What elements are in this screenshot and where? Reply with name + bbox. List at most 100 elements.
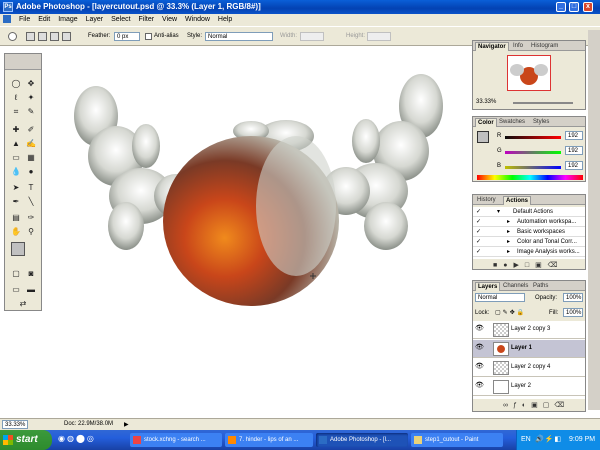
tab-actions[interactable]: Actions bbox=[503, 196, 532, 205]
lasso-tool-icon[interactable]: ℓ bbox=[10, 92, 22, 104]
close-button[interactable]: x bbox=[583, 2, 593, 12]
menu-layer[interactable]: Layer bbox=[86, 16, 104, 23]
taskbar-item-hinder[interactable]: 7. hinder - lips of an ... bbox=[225, 433, 313, 447]
fullscreen-mode-icon[interactable]: ▬ bbox=[25, 284, 37, 296]
elliptical-marquee-icon[interactable] bbox=[8, 32, 17, 41]
notes-tool-icon[interactable]: ▤ bbox=[10, 212, 22, 224]
color-g-slider[interactable] bbox=[505, 151, 561, 154]
menu-edit[interactable]: Edit bbox=[38, 16, 50, 23]
taskbar-item-stockxchng[interactable]: stock.xchng - search ... bbox=[130, 433, 222, 447]
path-select-icon[interactable]: ➤ bbox=[10, 182, 22, 194]
tray-icons[interactable]: 🔊⚡◧ bbox=[535, 430, 562, 450]
visibility-eye-icon[interactable]: 👁 bbox=[475, 344, 484, 352]
marquee-tool-icon[interactable]: ◯ bbox=[10, 78, 22, 90]
standard-mode-icon[interactable]: ▢ bbox=[10, 268, 22, 280]
type-tool-icon[interactable]: T bbox=[25, 182, 37, 194]
pen-tool-icon[interactable]: ✒ bbox=[10, 196, 22, 208]
visibility-eye-icon[interactable]: 👁 bbox=[475, 382, 484, 390]
color-foreground-swatch[interactable] bbox=[477, 131, 489, 143]
menu-select[interactable]: Select bbox=[111, 16, 130, 23]
tab-channels[interactable]: Channels bbox=[501, 282, 530, 291]
list-item[interactable]: ✓ ▾ Default Actions bbox=[473, 207, 585, 217]
tab-navigator[interactable]: Navigator bbox=[475, 42, 509, 51]
eraser-tool-icon[interactable]: ▭ bbox=[10, 152, 22, 164]
visibility-eye-icon[interactable]: 👁 bbox=[475, 363, 484, 371]
minimize-button[interactable]: _ bbox=[556, 2, 566, 12]
menu-window[interactable]: Window bbox=[185, 16, 210, 23]
jump-to-imageready-icon[interactable]: ⇄ bbox=[17, 298, 29, 310]
height-input[interactable] bbox=[367, 32, 391, 41]
taskbar-item-paint[interactable]: step1_cutout - Paint bbox=[411, 433, 503, 447]
quickmask-mode-icon[interactable]: ◙ bbox=[25, 268, 37, 280]
opacity-input[interactable]: 100% bbox=[563, 293, 583, 302]
tab-color[interactable]: Color bbox=[475, 118, 497, 127]
navigator-thumbnail[interactable] bbox=[507, 55, 551, 91]
status-arrow-icon[interactable]: ▶ bbox=[124, 421, 129, 428]
menu-view[interactable]: View bbox=[162, 16, 177, 23]
width-input[interactable] bbox=[300, 32, 324, 41]
tab-histogram[interactable]: Histogram bbox=[529, 42, 560, 51]
list-item[interactable]: ✓ ▸ Color and Tonal Corr... bbox=[473, 237, 585, 247]
history-brush-icon[interactable]: ✍ bbox=[25, 138, 37, 150]
quicklaunch-icons[interactable]: ◉◍⬤◎ bbox=[58, 434, 96, 443]
eyedropper-icon[interactable]: ✑ bbox=[25, 212, 37, 224]
magic-wand-icon[interactable]: ✦ bbox=[25, 92, 37, 104]
tab-layers[interactable]: Layers bbox=[475, 282, 501, 291]
table-row[interactable]: 👁 Layer 1 bbox=[473, 340, 585, 358]
zoom-tool-icon[interactable]: ⚲ bbox=[25, 226, 37, 238]
blend-mode-select[interactable]: Normal bbox=[475, 293, 525, 302]
lock-icons[interactable]: ▢✎✥🔒 bbox=[495, 309, 526, 316]
crop-tool-icon[interactable]: ⌗ bbox=[10, 106, 22, 118]
color-b-slider[interactable] bbox=[505, 166, 561, 169]
color-r-input[interactable]: 192 bbox=[565, 131, 583, 140]
gradient-tool-icon[interactable]: ▦ bbox=[25, 152, 37, 164]
taskbar-item-photoshop[interactable]: Adobe Photoshop - [l... bbox=[316, 433, 408, 447]
tab-styles[interactable]: Styles bbox=[531, 118, 551, 127]
table-row[interactable]: 👁 Layer 2 copy 4 bbox=[473, 359, 585, 377]
clock[interactable]: 9:09 PM bbox=[569, 430, 595, 450]
hand-tool-icon[interactable]: ✋ bbox=[10, 226, 22, 238]
tab-swatches[interactable]: Swatches bbox=[497, 118, 527, 127]
status-zoom[interactable]: 33.33% bbox=[2, 420, 28, 429]
list-item[interactable]: ✓ ▸ Basic workspaces bbox=[473, 227, 585, 237]
document-icon[interactable] bbox=[3, 15, 11, 24]
menu-filter[interactable]: Filter bbox=[139, 16, 155, 23]
list-item[interactable]: ✓ ▸ Image Analysis works... bbox=[473, 247, 585, 257]
color-b-input[interactable]: 192 bbox=[565, 161, 583, 170]
table-row[interactable]: 👁 Layer 2 bbox=[473, 378, 585, 396]
actions-controls[interactable]: ■●▶□▣⌫ bbox=[493, 261, 564, 269]
color-spectrum-bar[interactable] bbox=[477, 175, 583, 180]
menu-image[interactable]: Image bbox=[58, 16, 77, 23]
subtract-selection-icon[interactable] bbox=[50, 32, 59, 41]
visibility-eye-icon[interactable]: 👁 bbox=[475, 325, 484, 333]
document-canvas[interactable] bbox=[46, 46, 466, 408]
maximize-button[interactable]: □ bbox=[569, 2, 579, 12]
navigator-zoom-value[interactable]: 33.33% bbox=[476, 99, 496, 105]
healing-brush-icon[interactable]: ✚ bbox=[10, 124, 22, 136]
move-tool-icon[interactable]: ✥ bbox=[25, 78, 37, 90]
list-item[interactable]: ✓ ▸ Automation workspa... bbox=[473, 217, 585, 227]
blur-tool-icon[interactable]: 💧 bbox=[10, 166, 22, 178]
clone-stamp-icon[interactable]: ▲ bbox=[10, 138, 22, 150]
antialias-checkbox[interactable] bbox=[145, 33, 152, 40]
style-select[interactable]: Normal bbox=[205, 32, 273, 41]
color-g-input[interactable]: 192 bbox=[565, 146, 583, 155]
table-row[interactable]: 👁 Layer 2 copy 3 bbox=[473, 321, 585, 339]
foreground-color-swatch[interactable] bbox=[11, 242, 25, 256]
menu-help[interactable]: Help bbox=[218, 16, 232, 23]
intersect-selection-icon[interactable] bbox=[62, 32, 71, 41]
add-to-selection-icon[interactable] bbox=[38, 32, 47, 41]
navigator-zoom-slider[interactable] bbox=[513, 102, 573, 104]
tab-info[interactable]: Info bbox=[511, 42, 525, 51]
screen-mode-icon[interactable]: ▭ bbox=[10, 284, 22, 296]
color-r-slider[interactable] bbox=[505, 136, 561, 139]
brush-tool-icon[interactable]: ✐ bbox=[25, 124, 37, 136]
dodge-tool-icon[interactable]: ● bbox=[25, 166, 37, 178]
menu-file[interactable]: File bbox=[19, 16, 30, 23]
language-indicator[interactable]: EN bbox=[521, 430, 531, 450]
start-button[interactable]: start bbox=[0, 430, 52, 450]
tab-history[interactable]: History bbox=[475, 196, 498, 205]
tab-paths[interactable]: Paths bbox=[531, 282, 550, 291]
layers-controls[interactable]: ∞ƒ◐▣▢⌫ bbox=[503, 401, 569, 409]
shape-tool-icon[interactable]: ╲ bbox=[25, 196, 37, 208]
